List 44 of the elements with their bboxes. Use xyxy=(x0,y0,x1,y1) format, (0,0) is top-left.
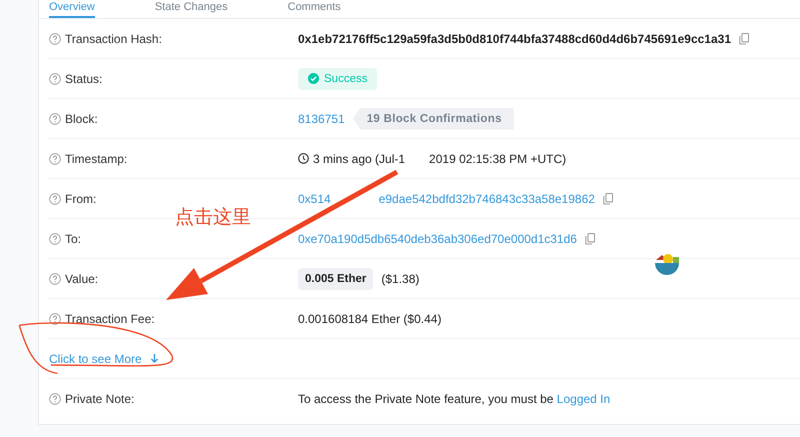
down-arrow-icon xyxy=(150,353,159,364)
tab[interactable]: Overview xyxy=(49,1,95,18)
field-label: Transaction Hash: xyxy=(65,32,162,46)
help-icon xyxy=(49,112,61,124)
address-link[interactable]: 0x514 xyxy=(298,192,331,206)
help-icon xyxy=(49,232,61,244)
copy-icon[interactable] xyxy=(602,192,613,204)
help-icon xyxy=(49,192,61,204)
check-circle-icon xyxy=(308,73,319,84)
annotation-text: 点击这里 xyxy=(175,205,251,230)
help-icon xyxy=(49,392,61,404)
copy-icon[interactable] xyxy=(584,232,595,244)
field-label: Status: xyxy=(65,72,102,86)
usd-value: ($1.38) xyxy=(381,272,420,286)
success-badge: Success xyxy=(298,68,378,90)
help-icon xyxy=(49,32,61,44)
field-label: Transaction Fee: xyxy=(65,312,155,326)
address-link[interactable]: e9dae542bdfd32b746843c33a58e19862 xyxy=(378,192,595,206)
help-icon xyxy=(49,272,61,284)
field-label: From: xyxy=(65,192,96,206)
block-link[interactable]: 8136751 xyxy=(298,112,345,126)
field-label: Value: xyxy=(65,272,98,286)
help-icon xyxy=(49,152,61,164)
tab[interactable]: Comments xyxy=(288,1,341,18)
see-more-link[interactable]: Click to see More xyxy=(49,352,159,366)
bowl-logo-icon xyxy=(654,252,680,278)
address-link[interactable]: 0xe70a190d5db6540deb36ab306ed70e000d1c31d6 xyxy=(298,232,577,246)
login-link[interactable]: Logged In xyxy=(556,392,610,406)
confirmations-tag: 19 Block Confirmations xyxy=(352,108,514,130)
fee-value: 0.001608184 Ether ($0.44) xyxy=(298,312,442,326)
copy-icon[interactable] xyxy=(739,32,749,44)
clock-icon xyxy=(298,153,309,164)
timestamp-text: 3 mins ago (Jul-1 xyxy=(313,152,406,166)
field-label: To: xyxy=(65,232,82,246)
help-icon xyxy=(49,72,61,84)
timestamp-text: 2019 02:15:38 PM +UTC) xyxy=(429,152,566,166)
field-label: Block: xyxy=(65,112,98,126)
transaction-hash: 0x1eb72176ff5c129a59fa3d5b0d810f744bfa37488cd60d4d6b745691e9cc1a31 xyxy=(298,32,731,46)
field-label: Timestamp: xyxy=(65,152,128,166)
help-icon xyxy=(49,312,61,324)
tab[interactable]: State Changes xyxy=(154,1,228,18)
private-note-text: To access the Private Note feature, you must be Logged In xyxy=(298,392,610,406)
ether-amount-tag: 0.005 Ether xyxy=(298,268,374,290)
field-label: Private Note: xyxy=(65,392,134,406)
